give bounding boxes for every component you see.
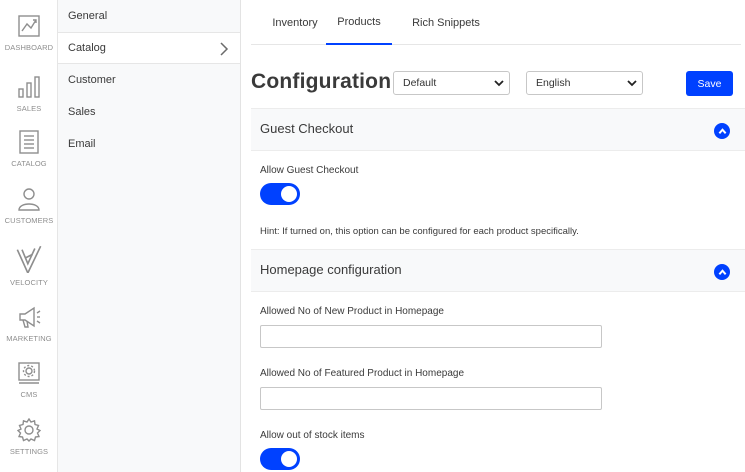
rail-label-velocity: VELOCITY [10,278,48,287]
locale-select-value: English [536,77,571,89]
out-of-stock-toggle[interactable] [260,448,300,470]
megaphone-icon [19,306,41,328]
tab-bar: Inventory Products Rich Snippets [251,0,741,45]
submenu-item-general[interactable]: General [58,0,240,32]
rail-item-cms[interactable]: CMS [0,361,58,399]
tab-label: Rich Snippets [412,16,480,29]
rail-label-dashboard: DASHBOARD [4,43,54,52]
featured-products-count-input[interactable] [260,387,602,410]
chevron-right-icon [218,42,230,56]
save-button[interactable]: Save [686,71,733,96]
configuration-submenu: General Catalog Customer Sales Email [58,0,241,472]
guest-checkout-hint: Hint: If turned on, this option can be c… [260,226,579,237]
tab-label: Inventory [272,16,318,29]
rail-label-sales: SALES [16,104,42,113]
submenu-item-sales[interactable]: Sales [58,96,240,128]
new-products-count-label: Allowed No of New Product in Homepage [260,306,444,317]
featured-products-count-label: Allowed No of Featured Product in Homepa… [260,368,465,379]
submenu-item-email[interactable]: Email [58,128,240,160]
submenu-item-catalog[interactable]: Catalog [58,32,240,64]
channel-select-value: Default [403,77,437,89]
channel-select[interactable]: Default [393,71,510,95]
rail-item-settings[interactable]: SETTINGS [0,418,58,456]
submenu-label: Catalog [68,42,106,54]
chevron-down-icon [627,78,637,88]
locale-select[interactable]: English [526,71,643,95]
section-title: Guest Checkout [260,121,354,136]
velocity-icon [16,245,42,273]
rail-item-customers[interactable]: CUSTOMERS [0,187,58,225]
new-products-count-input[interactable] [260,325,602,348]
submenu-label: General [68,10,108,22]
submenu-label: Sales [68,106,96,118]
catalog-icon [19,130,39,154]
section-header-guest-checkout: Guest Checkout [251,108,745,151]
collapse-button[interactable] [714,264,730,280]
toggle-knob [281,186,297,202]
section-title: Homepage configuration [260,262,402,277]
rail-label-marketing: MARKETING [6,334,52,343]
rail-label-cms: CMS [20,390,38,399]
allow-guest-checkout-label: Allow Guest Checkout [260,165,359,176]
tab-products[interactable]: Products [326,0,392,45]
gear-icon [17,418,41,442]
rail-item-catalog[interactable]: CATALOG [0,130,58,168]
rail-item-dashboard[interactable]: DASHBOARD [0,14,58,52]
bar-chart-icon [18,76,40,98]
chevron-up-icon [718,268,726,275]
submenu-item-customer[interactable]: Customer [58,64,240,96]
icon-rail: DASHBOARD SALES CATALOG CUSTOMERS VELOCI… [0,0,58,472]
user-icon [18,188,40,211]
tab-inventory[interactable]: Inventory [264,0,326,45]
main-content: Inventory Products Rich Snippets Configu… [241,0,745,472]
collapse-button[interactable] [714,123,730,139]
page-title: Configuration [251,70,392,93]
rail-item-velocity[interactable]: VELOCITY [0,245,58,287]
rail-label-settings: SETTINGS [9,447,49,456]
rail-label-catalog: CATALOG [11,159,47,168]
rail-item-marketing[interactable]: MARKETING [0,305,58,343]
submenu-label: Customer [68,74,116,86]
out-of-stock-label: Allow out of stock items [260,430,365,441]
tab-rich-snippets[interactable]: Rich Snippets [406,0,486,45]
cms-icon [18,362,40,384]
tab-label: Products [337,15,381,28]
section-header-homepage-configuration: Homepage configuration [251,249,745,292]
toggle-knob [281,451,297,467]
rail-item-sales[interactable]: SALES [0,75,58,113]
chevron-down-icon [494,78,504,88]
allow-guest-checkout-toggle[interactable] [260,183,300,205]
submenu-label: Email [68,138,96,150]
rail-label-customers: CUSTOMERS [4,216,54,225]
chevron-up-icon [718,127,726,134]
dashboard-icon [18,15,40,37]
